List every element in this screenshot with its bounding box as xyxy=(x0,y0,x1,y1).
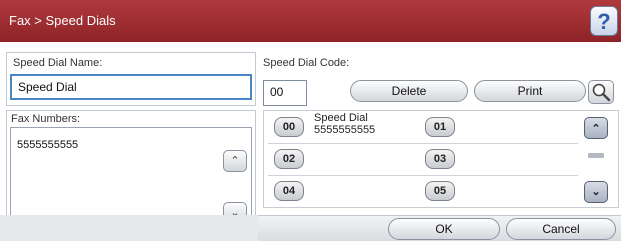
list-scroll-up[interactable]: ⌃ xyxy=(584,117,608,139)
cancel-button[interactable]: Cancel xyxy=(506,218,616,240)
speed-dial-name-label: Speed Dial Name: xyxy=(13,57,103,69)
list-scroll-down[interactable]: ⌄ xyxy=(584,181,608,203)
fax-numbers-label: Fax Numbers: xyxy=(11,113,81,125)
ok-button[interactable]: OK xyxy=(388,218,500,240)
delete-button[interactable]: Delete xyxy=(350,80,468,102)
title-bar: Fax > Speed Dials ? xyxy=(0,0,621,42)
speed-dial-list: 00 Speed Dial 5555555555 01 02 03 04 05 … xyxy=(263,110,619,208)
fax-numbers-input[interactable]: 5555555555 ⌃ ⌄ xyxy=(10,127,252,227)
page-title: Fax > Speed Dials xyxy=(9,13,116,28)
speed-dial-code-04[interactable]: 04 xyxy=(274,181,304,201)
print-button[interactable]: Print xyxy=(474,80,586,102)
speed-dial-code-input[interactable]: 00 xyxy=(263,80,307,106)
help-button[interactable]: ? xyxy=(590,6,618,36)
speed-dial-code-02[interactable]: 02 xyxy=(274,149,304,169)
speed-dial-code-03[interactable]: 03 xyxy=(425,149,455,169)
left-bottom-area xyxy=(0,215,258,241)
speed-dial-name-input[interactable]: Speed Dial xyxy=(10,74,252,100)
list-divider xyxy=(268,143,578,144)
fax-number-value: 5555555555 xyxy=(17,139,79,151)
speed-dial-entry-number: 5555555555 xyxy=(314,124,376,136)
chevron-up-icon: ⌃ xyxy=(591,123,601,135)
speed-dial-name-panel: Speed Dial Name: Speed Dial xyxy=(6,52,256,106)
scroll-indicator xyxy=(588,153,604,158)
help-icon: ? xyxy=(597,9,611,34)
speed-dial-code-01[interactable]: 01 xyxy=(425,117,455,137)
search-icon xyxy=(592,83,611,102)
speed-dial-code-00[interactable]: 00 xyxy=(274,117,304,137)
action-bar: OK Cancel xyxy=(258,215,621,241)
chevron-down-icon: ⌄ xyxy=(591,186,601,198)
list-divider xyxy=(268,175,578,176)
speed-dial-entry-name: Speed Dial xyxy=(314,112,368,124)
speed-dial-code-05[interactable]: 05 xyxy=(425,181,455,201)
chevron-up-icon: ⌃ xyxy=(230,155,240,167)
search-button[interactable] xyxy=(588,80,614,104)
speed-dial-code-label: Speed Dial Code: xyxy=(263,57,350,69)
fax-numbers-panel: Fax Numbers: 5555555555 ⌃ ⌄ xyxy=(6,110,256,230)
fax-numbers-scroll-up[interactable]: ⌃ xyxy=(223,150,247,172)
